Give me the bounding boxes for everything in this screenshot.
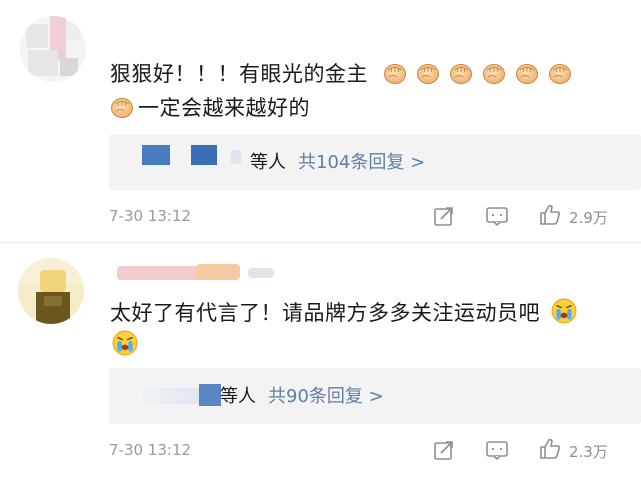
comment-text: 太好了有代言了！请品牌方多多关注运动员吧: [110, 295, 586, 331]
reply-preview[interactable]: 等人 共90条回复 >: [109, 368, 641, 424]
like-count: 2.3万: [569, 443, 608, 461]
comment-item: 太好了有代言了！请品牌方多多关注运动员吧 等人 共90条回复 > 7-30 13:…: [0, 0, 641, 461]
blurred-username: [196, 264, 240, 280]
comment-text-line2-wrap: [112, 327, 147, 363]
reply-summary[interactable]: 等人 共90条回复 >: [220, 385, 384, 409]
share-icon[interactable]: [433, 439, 455, 461]
blurred-username: [143, 388, 199, 404]
blurred-username: [199, 384, 221, 406]
like-icon[interactable]: [538, 437, 562, 461]
crying-face-emoji: [551, 298, 577, 324]
crying-face-emoji: [112, 330, 138, 356]
avatar[interactable]: [18, 258, 84, 324]
divider: [0, 242, 641, 243]
reply-prefix: 等人: [220, 386, 256, 407]
comment-icon[interactable]: [485, 439, 509, 461]
timestamp: 7-30 13:12: [109, 441, 192, 459]
blurred-username: [248, 268, 274, 278]
comment-text-line1: 太好了有代言了！请品牌方多多关注运动员吧: [110, 301, 540, 325]
reply-count-link[interactable]: 共90条回复 >: [268, 386, 384, 407]
